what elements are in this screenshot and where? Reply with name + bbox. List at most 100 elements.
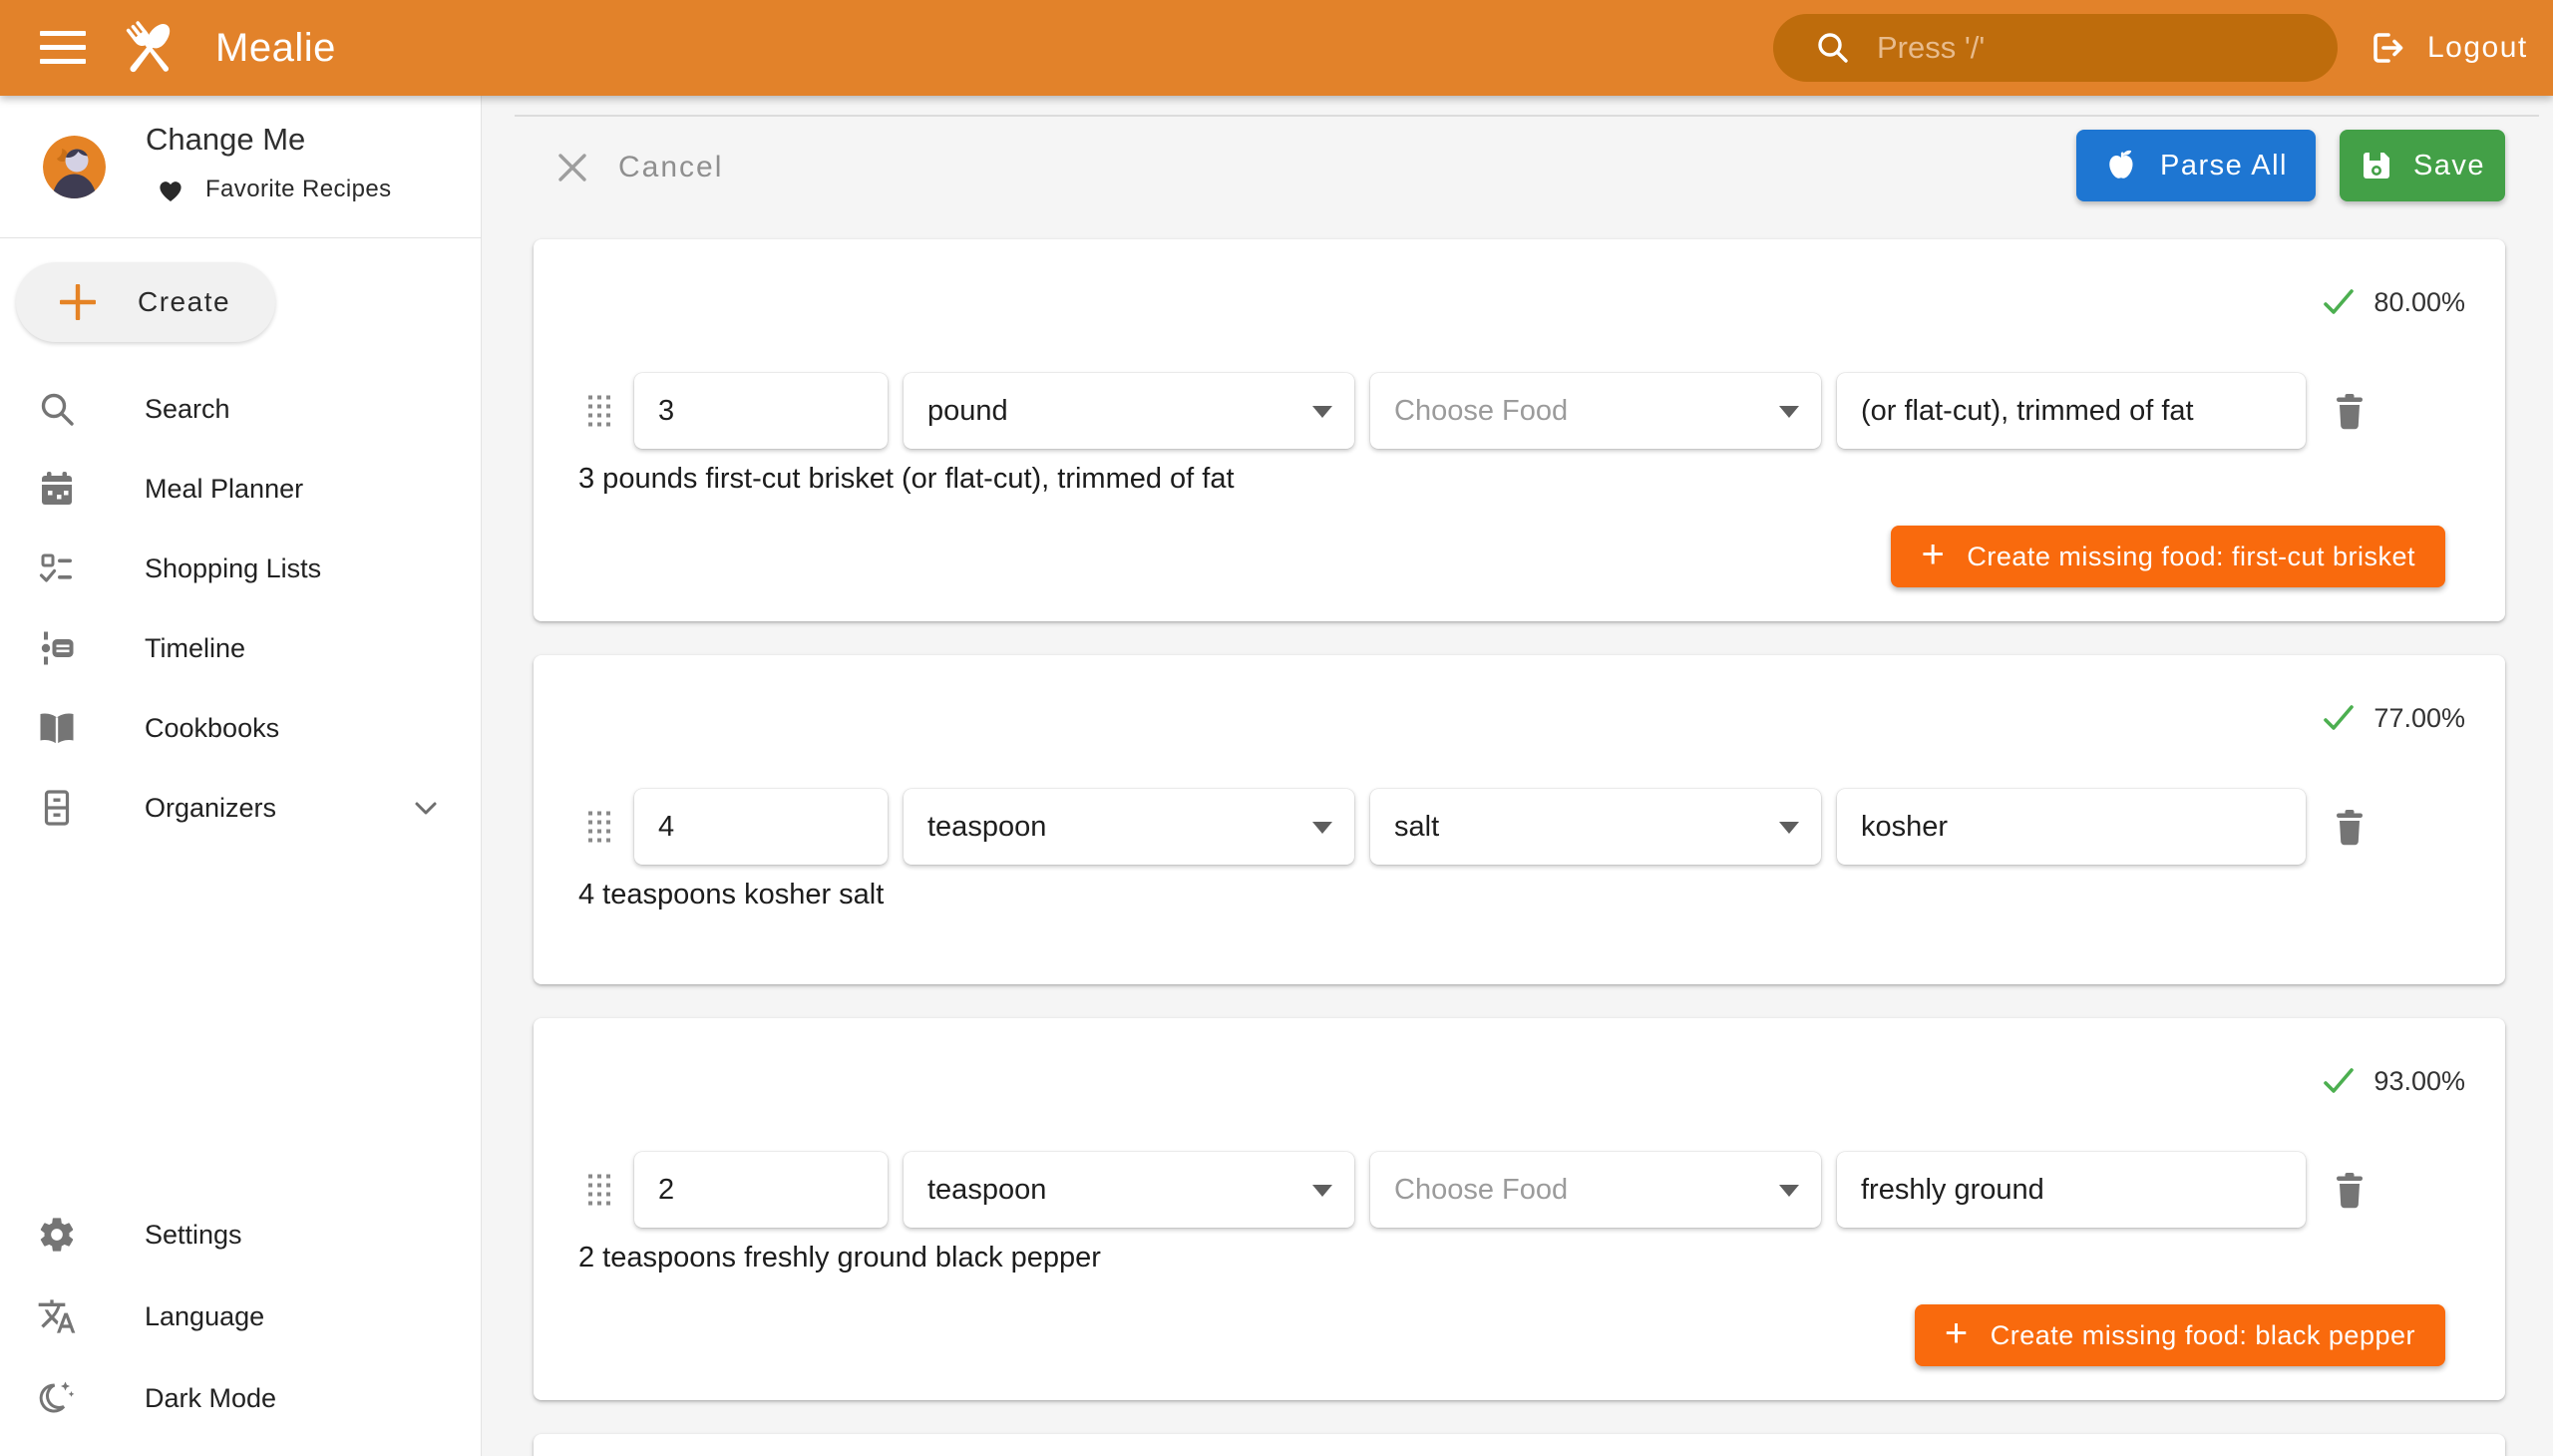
- search-input[interactable]: [1877, 30, 2296, 66]
- drag-handle-icon[interactable]: [587, 395, 611, 428]
- drag-handle-icon[interactable]: [587, 811, 611, 844]
- note-input[interactable]: [1861, 395, 2282, 428]
- close-icon: [554, 150, 590, 185]
- ingredient-row: teaspoon salt: [534, 789, 2505, 865]
- unit-value: pound: [927, 395, 1008, 428]
- sidebar-item-label: Organizers: [145, 793, 276, 824]
- create-button-label: Create: [138, 286, 230, 318]
- sidebar-item-language[interactable]: Language: [0, 1275, 481, 1357]
- check-icon: [2320, 1062, 2358, 1100]
- global-search[interactable]: [1773, 14, 2338, 82]
- dropdown-arrow-icon: [1312, 1185, 1332, 1197]
- cancel-button[interactable]: Cancel: [554, 138, 723, 197]
- sidebar-item-label: Settings: [145, 1220, 242, 1251]
- sidebar-item-label: Search: [145, 394, 230, 425]
- quantity-input[interactable]: [658, 1174, 864, 1207]
- timeline-icon: [37, 628, 77, 668]
- ingredient-row: teaspoon Choose Food: [534, 1152, 2505, 1228]
- quantity-field[interactable]: [634, 373, 888, 449]
- logout-button[interactable]: Logout: [2368, 0, 2528, 96]
- parse-all-button[interactable]: Parse All: [2076, 130, 2316, 201]
- food-value: salt: [1394, 811, 1439, 844]
- logout-icon: [2368, 28, 2407, 68]
- kebab-menu-icon[interactable]: [2404, 804, 2428, 850]
- sidebar-nav-bottom: Settings Language Dark Mode: [0, 1194, 481, 1439]
- food-select[interactable]: salt: [1370, 789, 1821, 865]
- original-ingredient-text: 2 teaspoons freshly ground black pepper: [578, 1242, 1101, 1274]
- favorite-recipes-label: Favorite Recipes: [205, 176, 391, 203]
- unit-select[interactable]: teaspoon: [904, 789, 1354, 865]
- kebab-menu-icon[interactable]: [2404, 388, 2428, 434]
- sidebar-item-label: Timeline: [145, 633, 245, 664]
- book-icon: [37, 708, 77, 748]
- quantity-field[interactable]: [634, 789, 888, 865]
- create-missing-food-label: Create missing food: first-cut brisket: [1967, 542, 2415, 572]
- sidebar-item-organizers[interactable]: Organizers: [0, 768, 481, 848]
- ingredient-card: 77.00% teaspoon salt: [534, 655, 2505, 984]
- sidebar-item-meal-planner[interactable]: Meal Planner: [0, 449, 481, 529]
- sidebar-item-shopping-lists[interactable]: Shopping Lists: [0, 529, 481, 608]
- food-value: Choose Food: [1394, 1174, 1568, 1207]
- save-icon: [2360, 149, 2393, 182]
- ingredient-list: 80.00% pound Choose Food: [534, 239, 2505, 1456]
- confidence-percent: 93.00%: [2373, 1066, 2465, 1097]
- drag-handle-icon[interactable]: [587, 1174, 611, 1207]
- apple-icon: [2104, 148, 2140, 183]
- ingredient-card: 93.00% teaspoon Choose Food: [534, 1018, 2505, 1400]
- original-ingredient-text: 3 pounds first-cut brisket (or flat-cut)…: [578, 463, 1235, 496]
- delete-icon[interactable]: [2332, 1170, 2368, 1210]
- quantity-input[interactable]: [658, 395, 864, 428]
- confidence-percent: 77.00%: [2373, 703, 2465, 734]
- create-missing-food-button[interactable]: + Create missing food: black pepper: [1915, 1304, 2445, 1366]
- save-button[interactable]: Save: [2340, 130, 2505, 201]
- gear-icon: [37, 1215, 77, 1255]
- sidebar-item-dark-mode[interactable]: Dark Mode: [0, 1357, 481, 1439]
- sidebar-item-label: Meal Planner: [145, 474, 303, 505]
- note-input[interactable]: [1861, 1174, 2282, 1207]
- original-ingredient-text: 4 teaspoons kosher salt: [578, 879, 884, 911]
- app-bar: Mealie Logout: [0, 0, 2553, 96]
- sidebar-item-settings[interactable]: Settings: [0, 1194, 481, 1275]
- check-icon: [2320, 283, 2358, 321]
- kebab-menu-icon[interactable]: [2404, 1167, 2428, 1213]
- note-field[interactable]: [1837, 373, 2306, 449]
- delete-icon[interactable]: [2332, 391, 2368, 431]
- unit-select[interactable]: teaspoon: [904, 1152, 1354, 1228]
- translate-icon: [37, 1296, 77, 1336]
- sidebar-item-cookbooks[interactable]: Cookbooks: [0, 688, 481, 768]
- ingredient-card-partial: [534, 1434, 2505, 1456]
- delete-icon[interactable]: [2332, 807, 2368, 847]
- food-select[interactable]: Choose Food: [1370, 1152, 1821, 1228]
- hamburger-menu-icon[interactable]: [40, 31, 86, 65]
- parse-all-label: Parse All: [2160, 150, 2288, 182]
- dropdown-arrow-icon: [1312, 822, 1332, 834]
- sidebar-item-label: Language: [145, 1301, 264, 1332]
- confidence-indicator: 93.00%: [2320, 1062, 2465, 1100]
- chevron-down-icon: [409, 791, 443, 825]
- quantity-field[interactable]: [634, 1152, 888, 1228]
- note-field[interactable]: [1837, 789, 2306, 865]
- avatar[interactable]: [43, 136, 106, 198]
- plus-icon: +: [1945, 1311, 1969, 1356]
- sidebar-divider: [0, 237, 482, 238]
- sidebar-item-search[interactable]: Search: [0, 369, 481, 449]
- ingredient-row: pound Choose Food: [534, 373, 2505, 449]
- sidebar-item-label: Shopping Lists: [145, 553, 321, 584]
- quantity-input[interactable]: [658, 811, 864, 844]
- sidebar-item-timeline[interactable]: Timeline: [0, 608, 481, 688]
- mealie-app: Mealie Logout: [0, 0, 2553, 1456]
- note-field[interactable]: [1837, 1152, 2306, 1228]
- confidence-indicator: 77.00%: [2320, 699, 2465, 737]
- user-name: Change Me: [146, 122, 305, 158]
- create-missing-food-button[interactable]: + Create missing food: first-cut brisket: [1891, 526, 2445, 587]
- favorite-recipes-link[interactable]: Favorite Recipes: [156, 176, 391, 203]
- cancel-label: Cancel: [618, 151, 723, 184]
- check-icon: [2320, 699, 2358, 737]
- create-button[interactable]: Create: [16, 262, 275, 342]
- confidence-percent: 80.00%: [2373, 287, 2465, 318]
- note-input[interactable]: [1861, 811, 2282, 844]
- app-title: Mealie: [215, 26, 336, 71]
- mealie-logo-icon: [116, 14, 183, 82]
- food-select[interactable]: Choose Food: [1370, 373, 1821, 449]
- unit-select[interactable]: pound: [904, 373, 1354, 449]
